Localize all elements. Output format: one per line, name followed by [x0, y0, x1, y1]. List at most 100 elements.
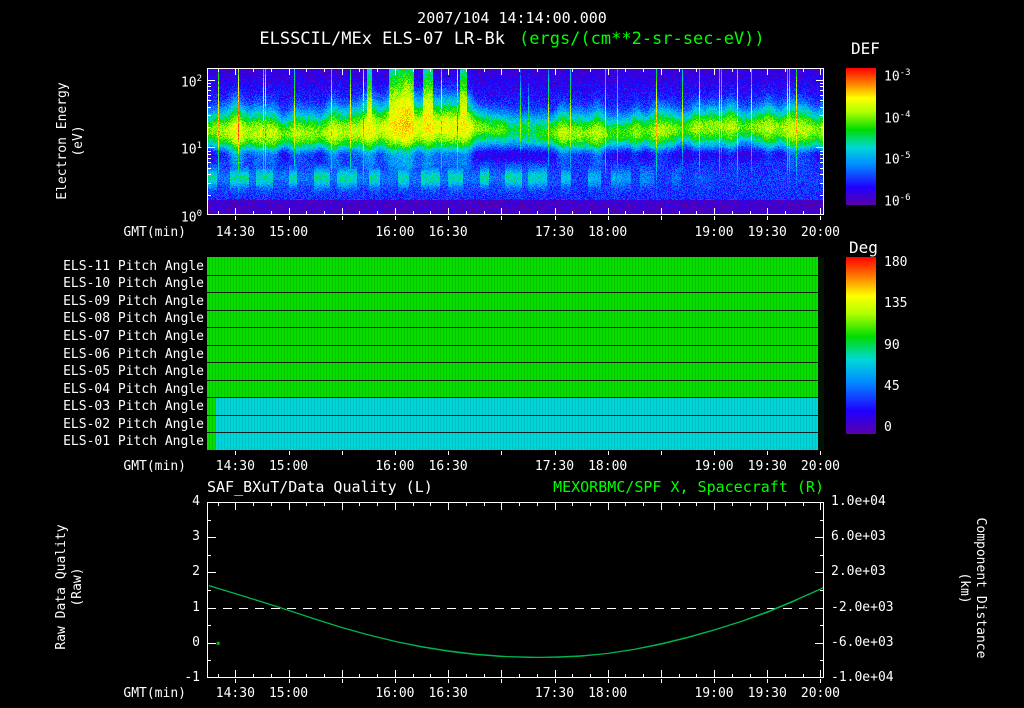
time-axis-tick [555, 216, 556, 220]
time-tick-label: 16:30 [428, 225, 468, 240]
pitch-row-label: ELS-05 Pitch Angle [63, 364, 204, 380]
time-axis-tick [661, 679, 662, 683]
time-axis-tick [820, 216, 821, 220]
time-axis-tick [395, 679, 396, 683]
time-axis-tick [448, 216, 449, 220]
time-tick-label: 18:00 [588, 686, 628, 701]
time-axis-tick [289, 451, 290, 455]
deg-tick-label: 90 [884, 337, 900, 353]
time-axis-tick [235, 451, 236, 455]
spectrogram-ylabel: Electron Energy (eV) [55, 56, 87, 226]
time-axis-tick [661, 216, 662, 220]
distance-tick-label: -1.0e+04 [831, 670, 894, 685]
gmt-axis-label: GMT(min) [123, 686, 186, 701]
time-tick-label: 20:00 [800, 459, 841, 474]
time-tick-label: 15:00 [268, 459, 309, 474]
pitch-row-label: ELS-09 Pitch Angle [63, 293, 204, 309]
def-tick-label: 10-5 [884, 151, 911, 168]
quality-tick-label: 2 [192, 564, 200, 580]
def-colorbar [846, 68, 876, 205]
time-axis-tick [235, 679, 236, 683]
time-axis-tick [767, 451, 768, 455]
time-axis-tick [501, 679, 502, 683]
ylabel-line: (km) [957, 572, 972, 604]
time-axis-tick [395, 451, 396, 455]
time-axis-tick [608, 216, 609, 220]
time-axis-tick [501, 216, 502, 220]
def-colorbar-title: DEF [851, 39, 880, 58]
time-tick-label: 18:00 [588, 459, 628, 474]
quality-tick-label: 3 [192, 529, 200, 545]
ylabel-line: Electron Energy [55, 82, 70, 200]
subtitle-units: (ergs/(cm**2-sr-sec-eV)) [519, 29, 765, 49]
time-axis-tick [289, 679, 290, 683]
pitch-row-label: ELS-02 Pitch Angle [63, 416, 204, 432]
time-axis-tick [714, 679, 715, 683]
deg-tick-label: 135 [884, 296, 908, 312]
gmt-axis-label: GMT(min) [123, 225, 186, 240]
time-axis-tick [289, 216, 290, 220]
time-axis-tick [767, 679, 768, 683]
quality-ylabel-right: Component Distance (km) [956, 488, 988, 688]
time-axis-tick [235, 216, 236, 220]
time-axis-tick [820, 679, 821, 683]
time-axis-tick [448, 679, 449, 683]
energy-tick-label: 102 [180, 73, 202, 91]
page-title: 2007/104 14:14:00.000 [417, 9, 607, 27]
time-tick-label: 15:00 [268, 686, 309, 701]
electron-spectrogram-canvas [207, 68, 824, 215]
quality-tick-label: 4 [192, 494, 200, 509]
time-axis-tick [714, 451, 715, 455]
def-tick-label: 10-6 [884, 193, 911, 210]
distance-tick-label: 6.0e+03 [831, 529, 886, 545]
pitch-row-label: ELS-01 Pitch Angle [63, 434, 204, 450]
quality-tick-label: 0 [192, 634, 200, 650]
quality-tick-label: 1 [192, 599, 200, 615]
quality-distance-canvas [207, 502, 824, 678]
ylabel-line: (Raw) [70, 567, 85, 607]
pitch-row-label: ELS-07 Pitch Angle [63, 328, 204, 344]
pitch-row-label: ELS-10 Pitch Angle [63, 276, 204, 292]
time-axis-tick [608, 451, 609, 455]
quality-tick-label: -1 [184, 670, 200, 685]
pitch-row-label: ELS-11 Pitch Angle [63, 258, 204, 274]
time-tick-label: 20:00 [800, 225, 841, 240]
time-tick-label: 15:00 [268, 225, 309, 240]
ylabel-line: (eV) [71, 125, 86, 157]
def-tick-label: 10-3 [884, 68, 911, 85]
pitch-row-label: ELS-06 Pitch Angle [63, 346, 204, 362]
deg-colorbar-title: Deg [849, 238, 878, 257]
time-axis-tick [501, 451, 502, 455]
time-axis-tick [448, 451, 449, 455]
deg-tick-label: 180 [884, 255, 908, 270]
ylabel-line: Component Distance [973, 517, 988, 659]
time-axis-tick [342, 216, 343, 220]
time-tick-label: 16:30 [428, 686, 468, 701]
ylabel-line: Raw Data Quality [54, 524, 69, 650]
time-axis-tick [555, 679, 556, 683]
energy-tick-label: 100 [180, 209, 202, 226]
distance-tick-label: 1.0e+04 [831, 494, 886, 509]
distance-tick-label: 2.0e+03 [831, 564, 886, 580]
deg-colorbar [846, 257, 876, 434]
pitch-row-label: ELS-03 Pitch Angle [63, 399, 204, 415]
science-plot-page: 2007/104 14:14:00.000 ELSSCIL/MEx ELS-07… [0, 0, 1024, 708]
deg-tick-label: 0 [884, 420, 892, 435]
distance-tick-label: -6.0e+03 [831, 634, 894, 650]
time-tick-label: 20:00 [800, 686, 841, 701]
def-tick-label: 10-4 [884, 109, 911, 126]
time-axis-tick [342, 679, 343, 683]
pitch-angle-canvas [207, 257, 824, 450]
time-tick-label: 18:00 [588, 225, 628, 240]
time-axis-tick [608, 679, 609, 683]
energy-tick-label: 101 [180, 141, 202, 158]
quality-chart-title-left: SAF_BXuT/Data Quality (L) [207, 478, 433, 496]
gmt-axis-label: GMT(min) [123, 459, 186, 474]
time-axis-tick [767, 216, 768, 220]
time-axis-tick [820, 451, 821, 455]
pitch-row-label: ELS-08 Pitch Angle [63, 311, 204, 327]
time-axis-tick [714, 216, 715, 220]
time-axis-tick [555, 451, 556, 455]
pitch-row-label: ELS-04 Pitch Angle [63, 381, 204, 397]
time-axis-tick [342, 451, 343, 455]
